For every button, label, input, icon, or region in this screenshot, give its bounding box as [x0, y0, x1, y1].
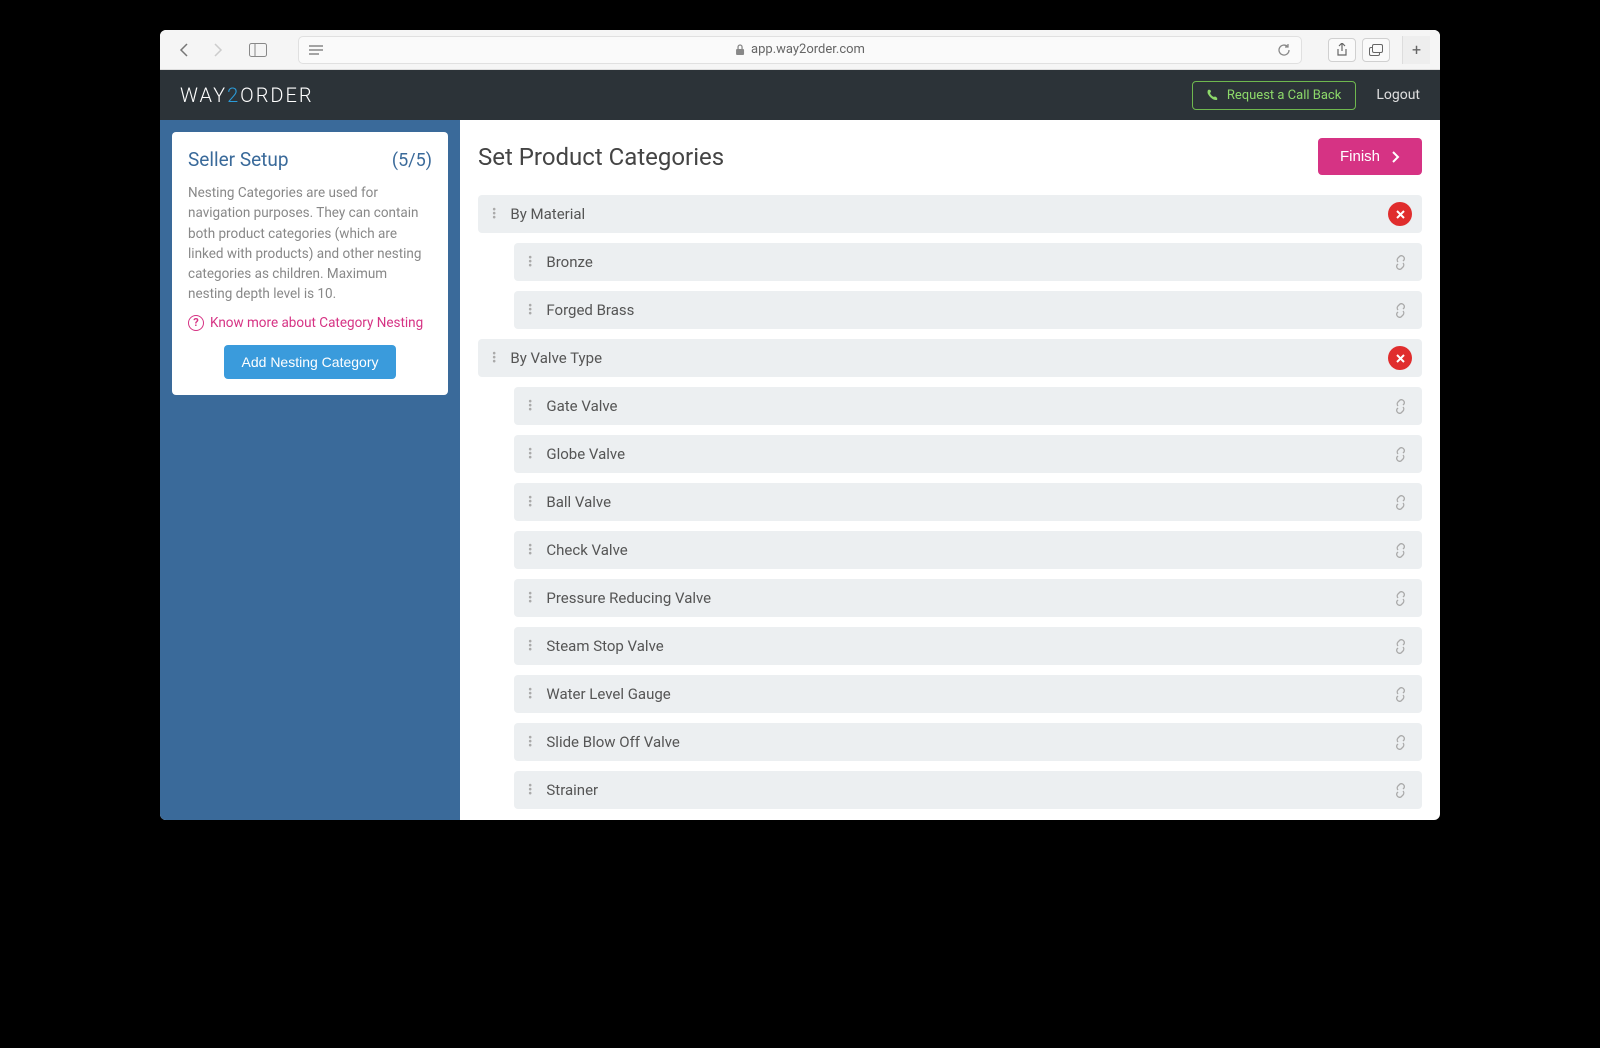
drag-handle-icon[interactable]: ••• [528, 448, 532, 460]
category-child-label: Globe Valve [546, 445, 625, 463]
category-child[interactable]: ••• Ball Valve [514, 483, 1422, 521]
link-icon[interactable] [1393, 687, 1408, 702]
lock-icon [735, 44, 745, 56]
sidebar-description: Nesting Categories are used for navigati… [188, 183, 432, 305]
link-icon[interactable] [1393, 303, 1408, 318]
sidebar-step: (5/5) [392, 150, 432, 171]
finish-button[interactable]: Finish [1318, 138, 1422, 175]
category-list: •••By Material•••Bronze•••Forged Brass••… [478, 195, 1422, 809]
drag-handle-icon[interactable]: ••• [492, 208, 496, 220]
link-icon[interactable] [1393, 543, 1408, 558]
sidebar: Seller Setup (5/5) Nesting Categories ar… [160, 120, 460, 820]
logo-accent: 2 [227, 83, 240, 107]
drag-handle-icon[interactable]: ••• [492, 352, 496, 364]
main-header: Set Product Categories Finish [478, 138, 1422, 175]
know-more-label: Know more about Category Nesting [210, 315, 423, 331]
sidebar-title-row: Seller Setup (5/5) [188, 148, 432, 171]
category-label: By Material [510, 205, 585, 223]
address-bar[interactable]: app.way2order.com [298, 36, 1302, 64]
app-logo[interactable]: WAY2ORDER [180, 83, 314, 107]
drag-handle-icon[interactable]: ••• [528, 304, 532, 316]
reload-icon[interactable] [1277, 43, 1291, 57]
tabs-icon[interactable] [1362, 38, 1390, 62]
category-child[interactable]: ••• Gate Valve [514, 387, 1422, 425]
link-icon[interactable] [1393, 495, 1408, 510]
sidebar-toggle-icon[interactable] [244, 36, 272, 64]
sidebar-card: Seller Setup (5/5) Nesting Categories ar… [172, 132, 448, 395]
phone-icon [1207, 89, 1219, 101]
category-child-label: Pressure Reducing Valve [546, 589, 711, 607]
new-tab-button[interactable]: + [1402, 36, 1430, 64]
logo-part1: WAY [180, 83, 227, 107]
link-icon[interactable] [1393, 591, 1408, 606]
app-body: Seller Setup (5/5) Nesting Categories ar… [160, 120, 1440, 820]
reader-icon[interactable] [309, 45, 323, 55]
back-button[interactable] [170, 36, 198, 64]
category-child[interactable]: ••• Globe Valve [514, 435, 1422, 473]
link-icon[interactable] [1393, 639, 1408, 654]
category-child-label: Forged Brass [546, 301, 634, 319]
share-icon[interactable] [1328, 38, 1356, 62]
category-child-label: Check Valve [546, 541, 627, 559]
category-child[interactable]: ••• Bronze [514, 243, 1422, 281]
category-child-label: Water Level Gauge [546, 685, 670, 703]
drag-handle-icon[interactable]: ••• [528, 544, 532, 556]
main-content: Set Product Categories Finish ••• By Mate… [460, 120, 1440, 820]
help-icon: ? [188, 315, 204, 331]
category-child-label: Bronze [546, 253, 592, 271]
drag-handle-icon[interactable]: ••• [528, 400, 532, 412]
link-icon[interactable] [1393, 447, 1408, 462]
drag-handle-icon[interactable]: ••• [528, 640, 532, 652]
browser-window: app.way2order.com + WAY2ORDER R [160, 30, 1440, 820]
delete-button[interactable] [1388, 346, 1412, 370]
finish-label: Finish [1340, 148, 1380, 165]
app-header: WAY2ORDER Request a Call Back Logout [160, 70, 1440, 120]
link-icon[interactable] [1393, 735, 1408, 750]
category-child-label: Ball Valve [546, 493, 611, 511]
drag-handle-icon[interactable]: ••• [528, 592, 532, 604]
category-child[interactable]: ••• Check Valve [514, 531, 1422, 569]
category-child-label: Strainer [546, 781, 598, 799]
category-parent[interactable]: ••• By Material [478, 195, 1422, 233]
callback-label: Request a Call Back [1227, 88, 1341, 103]
header-actions: Request a Call Back Logout [1192, 81, 1420, 110]
request-callback-button[interactable]: Request a Call Back [1192, 81, 1356, 110]
logo-part2: ORDER [240, 83, 313, 107]
category-child[interactable]: ••• Slide Blow Off Valve [514, 723, 1422, 761]
sidebar-title: Seller Setup [188, 148, 289, 171]
category-child[interactable]: ••• Water Level Gauge [514, 675, 1422, 713]
browser-toolbar: app.way2order.com + [160, 30, 1440, 70]
url-display: app.way2order.com [735, 42, 865, 57]
chevron-right-icon [1392, 151, 1400, 163]
category-child[interactable]: ••• Strainer [514, 771, 1422, 809]
category-child-label: Steam Stop Valve [546, 637, 663, 655]
delete-button[interactable] [1388, 202, 1412, 226]
category-child[interactable]: ••• Pressure Reducing Valve [514, 579, 1422, 617]
forward-button[interactable] [204, 36, 232, 64]
drag-handle-icon[interactable]: ••• [528, 256, 532, 268]
logout-link[interactable]: Logout [1376, 87, 1420, 103]
link-icon[interactable] [1393, 399, 1408, 414]
link-icon[interactable] [1393, 255, 1408, 270]
category-child[interactable]: ••• Forged Brass [514, 291, 1422, 329]
category-parent[interactable]: ••• By Valve Type [478, 339, 1422, 377]
toolbar-actions: + [1328, 36, 1430, 64]
add-nesting-category-button[interactable]: Add Nesting Category [224, 345, 397, 379]
url-text: app.way2order.com [751, 42, 865, 57]
drag-handle-icon[interactable]: ••• [528, 784, 532, 796]
link-icon[interactable] [1393, 783, 1408, 798]
category-child-label: Gate Valve [546, 397, 617, 415]
drag-handle-icon[interactable]: ••• [528, 736, 532, 748]
category-child-label: Slide Blow Off Valve [546, 733, 680, 751]
know-more-link[interactable]: ? Know more about Category Nesting [188, 315, 432, 331]
page-title: Set Product Categories [478, 143, 724, 171]
category-label: By Valve Type [510, 349, 602, 367]
drag-handle-icon[interactable]: ••• [528, 688, 532, 700]
category-child[interactable]: ••• Steam Stop Valve [514, 627, 1422, 665]
drag-handle-icon[interactable]: ••• [528, 496, 532, 508]
